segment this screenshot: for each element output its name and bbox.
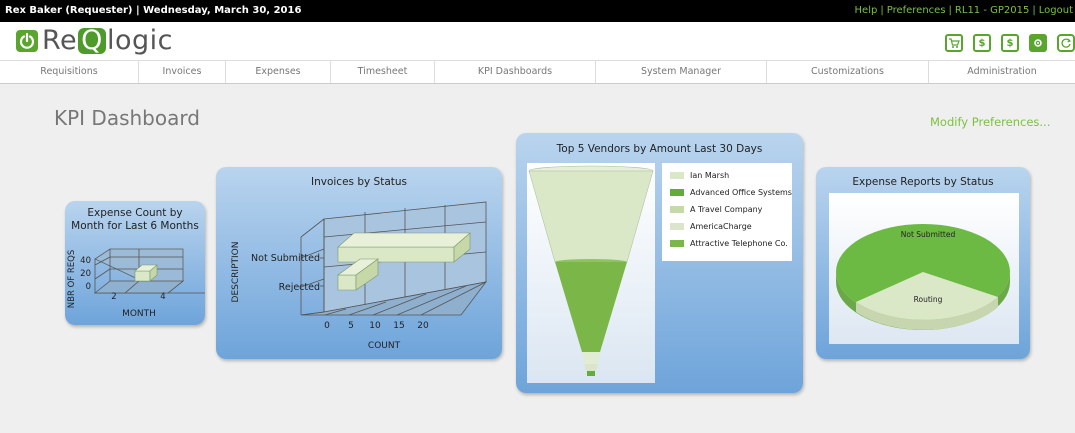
main-nav: Requisitions Invoices Expenses Timesheet… [0, 60, 1075, 84]
invoices-panel[interactable]: Invoices by Status DESCRIPTION Not Submi… [216, 167, 502, 359]
invoices-chart: DESCRIPTION Not Submitted Rejected 0 5 1… [231, 201, 487, 351]
current-date: Wednesday, March 30, 2016 [143, 5, 302, 16]
link-separator: | [880, 5, 884, 16]
expense-xlabel: MONTH [122, 309, 156, 319]
user-date-info: Rex Baker (Requester) | Wednesday, March… [5, 0, 301, 22]
legend-swatch [670, 172, 684, 179]
funnel-segment-ian-marsh [528, 170, 654, 263]
invoices-ylabel: DESCRIPTION [231, 242, 241, 303]
dollar-icon[interactable]: $ [973, 34, 991, 52]
refresh-icon[interactable] [1057, 34, 1075, 52]
invoices-xtick: 15 [393, 321, 404, 331]
settings-doc-icon[interactable] [1029, 34, 1047, 52]
legend-label: AmericaCharge [690, 222, 752, 231]
page-title: KPI Dashboard [54, 106, 200, 130]
invoices-xtick: 10 [369, 321, 381, 331]
invoice-bar-not-submitted [337, 232, 471, 263]
expense-reports-chart: Not Submitted Routing [836, 224, 1010, 330]
nav-system-manager[interactable]: System Manager [596, 61, 767, 83]
logo-text-logic: logic [106, 25, 173, 56]
header: Re Qlogic $ $ [0, 22, 1075, 60]
help-link[interactable]: Help [855, 5, 878, 16]
invoices-xtick: 5 [348, 321, 354, 331]
modify-preferences-link[interactable]: Modify Preferences... [930, 115, 1050, 129]
power-icon [16, 30, 38, 52]
legend-swatch [670, 206, 684, 213]
cart-icon[interactable] [945, 34, 963, 52]
nav-administration[interactable]: Administration [929, 61, 1075, 83]
environment-link[interactable]: RL11 - GP2015 [955, 5, 1029, 16]
link-separator: | [1032, 5, 1036, 16]
vendors-panel[interactable]: Top 5 Vendors by Amount Last 30 Days Ian… [516, 133, 803, 393]
date-separator: | [132, 5, 144, 16]
nav-requisitions[interactable]: Requisitions [0, 61, 139, 83]
nav-kpi-dashboards[interactable]: KPI Dashboards [435, 61, 596, 83]
invoices-category-label: Rejected [279, 282, 320, 293]
expense-ytick: 40 [80, 256, 91, 266]
link-separator: | [948, 5, 952, 16]
legend-items [670, 172, 684, 247]
expense-xtick: 2 [111, 292, 116, 302]
top-links: Help | Preferences | RL11 - GP2015 | Logout [855, 0, 1073, 22]
dollar-doc-icon[interactable]: $ [1001, 34, 1019, 52]
legend-label: A Travel Company [690, 205, 763, 214]
logo-text: Re Qlogic [42, 26, 173, 56]
toolbar-icons: $ $ [945, 34, 1075, 52]
expense-ytick: 20 [80, 269, 91, 279]
invoices-xtick: 20 [417, 321, 429, 331]
pie [836, 224, 1010, 330]
user-name: Rex Baker (Requester) [5, 5, 133, 16]
invoices-category-label: Not Submitted [251, 253, 320, 264]
legend-label: Attractive Telephone Co. [690, 239, 788, 248]
vendors-chart: Ian Marsh Advanced Office Systems A Trav… [528, 165, 792, 376]
logo-text-re: Re [42, 25, 78, 56]
expense-xtick: 4 [160, 292, 165, 302]
legend-label: Ian Marsh [690, 171, 729, 180]
pie-label-routing: Routing [914, 295, 943, 304]
legend-label: Advanced Office Systems [690, 188, 792, 197]
funnel-segment-a-travel-company [582, 352, 600, 364]
funnel [528, 165, 654, 376]
nav-expenses[interactable]: Expenses [226, 61, 331, 83]
nav-customizations[interactable]: Customizations [767, 61, 929, 83]
reqlogic-logo[interactable]: Re Qlogic [16, 26, 173, 56]
pie-label-not-submitted: Not Submitted [901, 230, 956, 239]
expense-reports-panel[interactable]: Expense Reports by Status Not Submitted … [816, 167, 1030, 359]
logo-text-q: Q [78, 27, 106, 54]
legend-swatch [670, 189, 684, 196]
funnel-segment-americacharge [584, 364, 598, 371]
nav-invoices[interactable]: Invoices [139, 61, 226, 83]
expense-count-panel[interactable]: Expense Count by Month for Last 6 Months… [65, 201, 205, 325]
funnel-segment-attractive-telephone [587, 371, 595, 376]
funnel-segment-advanced-office-systems [555, 262, 627, 352]
expense-count-chart: NBR OF REQS 40 20 0 2 4 MONTH [67, 248, 205, 319]
legend-swatch [670, 240, 684, 247]
preferences-link[interactable]: Preferences [887, 5, 946, 16]
top-bar: Rex Baker (Requester) | Wednesday, March… [0, 0, 1075, 22]
invoices-xtick: 0 [324, 321, 330, 331]
expense-ylabel: NBR OF REQS [67, 250, 77, 308]
legend-swatch [670, 223, 684, 230]
logout-link[interactable]: Logout [1039, 5, 1073, 16]
invoices-xlabel: COUNT [368, 341, 401, 351]
expense-ytick: 0 [86, 282, 91, 292]
nav-timesheet[interactable]: Timesheet [331, 61, 435, 83]
